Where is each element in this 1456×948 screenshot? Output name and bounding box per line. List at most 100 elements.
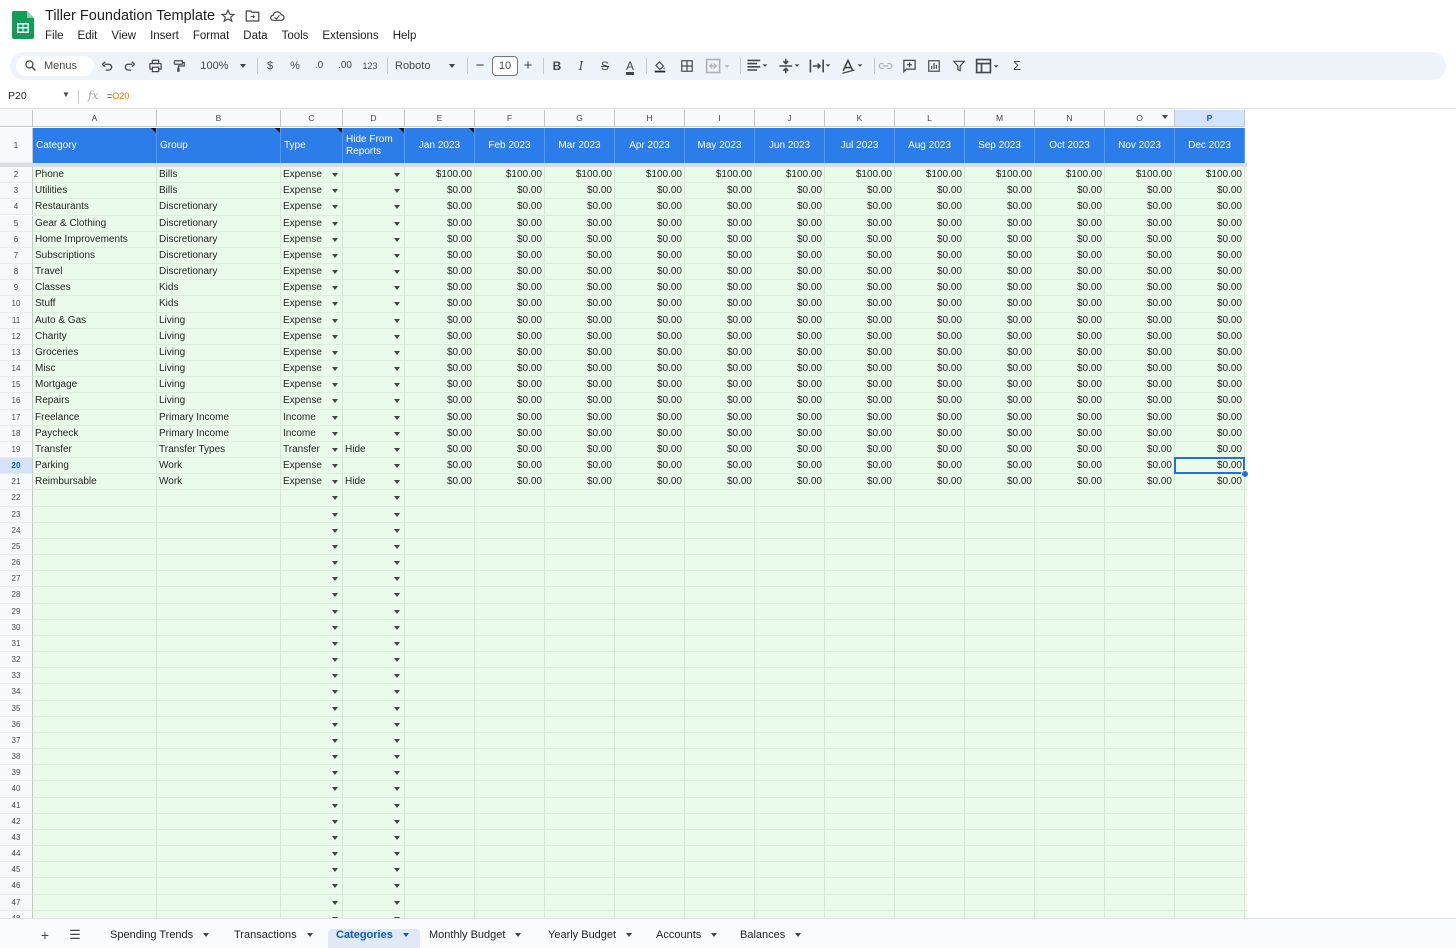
cell-amount[interactable]: $0.00 xyxy=(1175,183,1245,199)
cell-amount[interactable]: $0.00 xyxy=(545,345,615,361)
cell-amount[interactable]: $0.00 xyxy=(825,377,895,393)
cell-amount[interactable]: $0.00 xyxy=(895,232,965,248)
row-header[interactable]: 22 xyxy=(0,490,33,507)
cell-amount[interactable]: $0.00 xyxy=(965,361,1035,377)
row-header[interactable]: 42 xyxy=(0,813,33,830)
cell-category[interactable]: Stuff xyxy=(33,296,157,312)
dropdown-chevron-icon[interactable] xyxy=(394,900,400,905)
cell-amount[interactable]: $0.00 xyxy=(685,361,755,377)
cell-amount[interactable]: $0.00 xyxy=(405,183,475,199)
cell-amount[interactable]: $0.00 xyxy=(1175,264,1245,280)
cell-amount[interactable]: $0.00 xyxy=(755,183,825,199)
cell-amount[interactable]: $0.00 xyxy=(475,345,545,361)
dropdown-chevron-icon[interactable] xyxy=(332,706,338,711)
row-header[interactable]: 37 xyxy=(0,732,33,750)
header-month[interactable]: Mar 2023 xyxy=(545,128,615,163)
cell-amount[interactable]: $0.00 xyxy=(545,313,615,329)
row-header[interactable]: 48 xyxy=(0,910,33,918)
cell-amount[interactable]: $0.00 xyxy=(475,458,545,474)
cell-category[interactable]: Freelance xyxy=(33,410,157,426)
cell-amount[interactable]: $0.00 xyxy=(965,442,1035,458)
menus-search-button[interactable]: Menus xyxy=(16,56,94,76)
column-header-a[interactable]: A xyxy=(33,110,157,127)
header-month[interactable]: Aug 2023 xyxy=(895,128,965,163)
cell-type[interactable]: Expense xyxy=(281,248,329,264)
sheet-tab-balances[interactable]: Balances xyxy=(732,929,802,948)
cell-amount[interactable]: $0.00 xyxy=(825,329,895,345)
cell-group[interactable]: Bills xyxy=(157,183,281,199)
cell-type[interactable]: Expense xyxy=(281,474,329,490)
cell-category[interactable]: Transfer xyxy=(33,442,157,458)
text-wrapping-button[interactable] xyxy=(808,56,834,76)
dropdown-chevron-icon[interactable] xyxy=(394,819,400,824)
column-header-f[interactable]: F xyxy=(475,110,545,127)
cell-amount[interactable]: $0.00 xyxy=(965,410,1035,426)
row-header[interactable]: 41 xyxy=(0,797,33,814)
header-month[interactable]: Jun 2023 xyxy=(755,128,825,163)
cell-amount[interactable]: $0.00 xyxy=(1105,264,1175,280)
cell-group[interactable]: Work xyxy=(157,474,281,490)
cell-amount[interactable]: $0.00 xyxy=(475,248,545,264)
dropdown-chevron-icon[interactable] xyxy=(394,625,400,630)
dropdown-chevron-icon[interactable] xyxy=(394,399,400,404)
dropdown-chevron-icon[interactable] xyxy=(394,544,400,549)
italic-button[interactable]: I xyxy=(573,56,589,76)
cell-type[interactable]: Expense xyxy=(281,377,329,393)
cell-amount[interactable]: $0.00 xyxy=(405,442,475,458)
cell-category[interactable]: Auto & Gas xyxy=(33,313,157,329)
cell-category[interactable]: Parking xyxy=(33,458,157,474)
cell-group[interactable]: Discretionary xyxy=(157,199,281,215)
cell-category[interactable]: Utilities xyxy=(33,183,157,199)
chevron-down-icon[interactable] xyxy=(203,933,210,938)
cell-amount[interactable]: $0.00 xyxy=(1035,264,1105,280)
cell-amount[interactable]: $0.00 xyxy=(405,474,475,490)
cell-type[interactable]: Expense xyxy=(281,199,329,215)
dropdown-chevron-icon[interactable] xyxy=(394,415,400,420)
row-header[interactable]: 12 xyxy=(0,328,33,345)
menu-edit[interactable]: Edit xyxy=(71,27,105,45)
cell-amount[interactable]: $0.00 xyxy=(825,232,895,248)
cell-amount[interactable]: $0.00 xyxy=(965,296,1035,312)
column-header-d[interactable]: D xyxy=(343,110,405,127)
document-title[interactable]: Tiller Foundation Template xyxy=(45,8,215,24)
dropdown-chevron-icon[interactable] xyxy=(332,771,338,776)
cell-amount[interactable]: $0.00 xyxy=(545,248,615,264)
cell-amount[interactable]: $0.00 xyxy=(1105,199,1175,215)
dropdown-chevron-icon[interactable] xyxy=(394,189,400,194)
cell-amount[interactable]: $0.00 xyxy=(405,393,475,409)
cell-amount[interactable]: $0.00 xyxy=(405,264,475,280)
cell-amount[interactable]: $0.00 xyxy=(965,313,1035,329)
dropdown-chevron-icon[interactable] xyxy=(332,286,338,291)
header-month[interactable]: Jan 2023 xyxy=(405,128,475,163)
vertical-align-button[interactable] xyxy=(777,56,803,76)
header-group[interactable]: Group xyxy=(157,128,281,163)
fill-color-button[interactable] xyxy=(653,56,671,76)
cell-amount[interactable]: $0.00 xyxy=(1175,377,1245,393)
cell-amount[interactable]: $0.00 xyxy=(685,329,755,345)
cell-amount[interactable]: $0.00 xyxy=(1035,248,1105,264)
functions-button[interactable]: Σ xyxy=(1010,56,1024,76)
menu-insert[interactable]: Insert xyxy=(143,27,186,45)
row-header[interactable]: 13 xyxy=(0,344,33,362)
cell-amount[interactable]: $0.00 xyxy=(405,377,475,393)
cell-category[interactable]: Groceries xyxy=(33,345,157,361)
row-header[interactable]: 31 xyxy=(0,635,33,653)
font-family-select[interactable]: Roboto xyxy=(395,56,459,76)
cell-hide-from-reports[interactable] xyxy=(343,313,391,329)
select-all-corner[interactable] xyxy=(0,110,33,127)
cell-amount[interactable]: $0.00 xyxy=(405,280,475,296)
dropdown-chevron-icon[interactable] xyxy=(394,447,400,452)
cell-amount[interactable]: $0.00 xyxy=(405,232,475,248)
cell-amount[interactable]: $100.00 xyxy=(825,167,895,183)
filter-views-icon[interactable] xyxy=(975,56,1003,76)
cell-amount[interactable]: $0.00 xyxy=(895,216,965,232)
cell-amount[interactable]: $0.00 xyxy=(475,296,545,312)
row-header[interactable]: 8 xyxy=(0,264,33,281)
cell-amount[interactable]: $0.00 xyxy=(685,426,755,442)
cell-amount[interactable]: $0.00 xyxy=(685,474,755,490)
cell-group[interactable]: Living xyxy=(157,345,281,361)
cell-type[interactable]: Expense xyxy=(281,296,329,312)
cell-type[interactable]: Expense xyxy=(281,345,329,361)
cell-amount[interactable]: $100.00 xyxy=(475,167,545,183)
cell-amount[interactable]: $0.00 xyxy=(1175,232,1245,248)
